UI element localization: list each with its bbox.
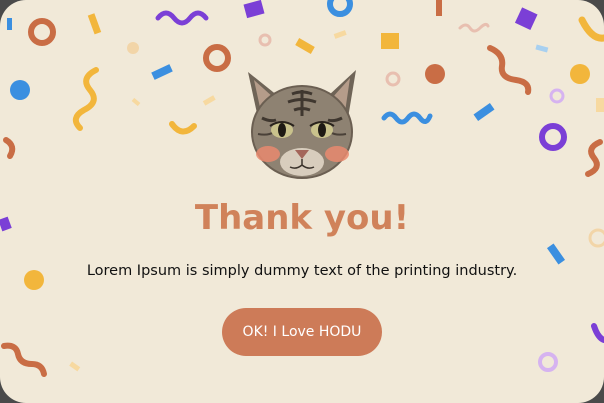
ok-button[interactable]: OK! I Love HODU — [222, 308, 382, 356]
cat-face-image — [248, 70, 356, 179]
dialog-title: Thank you! — [194, 198, 410, 238]
dialog-message: Lorem Ipsum is simply dummy text of the … — [86, 263, 518, 279]
thank-you-modal: Thank you! Lorem Ipsum is simply dummy t… — [0, 0, 604, 403]
